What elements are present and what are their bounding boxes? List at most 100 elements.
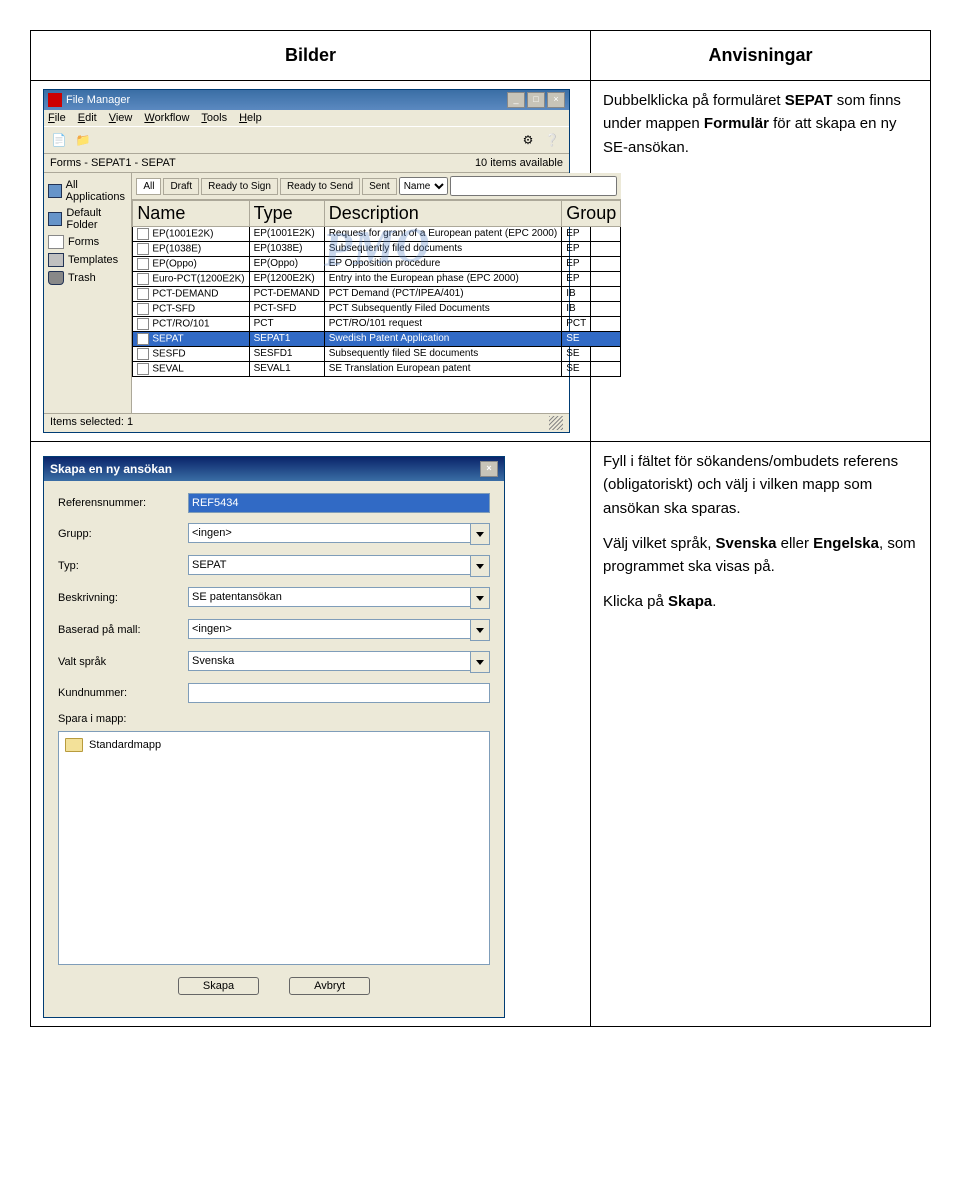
type-combo[interactable] — [188, 555, 490, 577]
close-button[interactable]: × — [547, 92, 565, 108]
sidebar-item-label: Default Folder — [66, 207, 127, 231]
table-row[interactable]: SEPATSEPAT1Swedish Patent ApplicationSE — [133, 332, 621, 347]
header-anvisningar: Anvisningar — [591, 31, 931, 81]
fm-breadcrumb: Forms - SEPAT1 - SEPAT 10 items availabl… — [44, 154, 569, 173]
cell-name: Euro-PCT(1200E2K) — [133, 272, 249, 287]
sidebar-item-label: Trash — [68, 272, 96, 284]
sidebar-item-default-folder[interactable]: Default Folder — [46, 205, 129, 233]
menu-file[interactable]: File — [48, 112, 66, 124]
maximize-button[interactable]: □ — [527, 92, 545, 108]
cell-name: SEVAL — [133, 362, 249, 377]
language-combo[interactable] — [188, 651, 490, 673]
table-row[interactable]: EP(Oppo)EP(Oppo)EP Opposition procedureE… — [133, 257, 621, 272]
new-folder-icon[interactable]: 📁 — [72, 129, 94, 151]
chevron-down-icon[interactable] — [470, 651, 490, 673]
table-row[interactable]: SESFDSESFD1Subsequently filed SE documen… — [133, 347, 621, 362]
label-type: Typ: — [58, 560, 188, 572]
create-application-dialog: Skapa en ny ansökan × Referensnummer: Gr… — [43, 456, 505, 1018]
gear-icon[interactable]: ⚙ — [517, 129, 539, 151]
text: Fyll i fältet för sökandens/ombudets ref… — [603, 450, 918, 520]
filter-field-select[interactable]: Name — [399, 177, 448, 195]
status-text: Items selected: 1 — [50, 416, 133, 430]
filter-sent[interactable]: Sent — [362, 178, 397, 195]
table-row[interactable]: PCT-SFDPCT-SFDPCT Subsequently Filed Doc… — [133, 302, 621, 317]
instruction-table: Bilder Anvisningar File Manager _ □ × Fi — [30, 30, 931, 1027]
filter-ready-send[interactable]: Ready to Send — [280, 178, 360, 195]
folder-tree[interactable]: Standardmapp — [58, 731, 490, 965]
customer-number-input[interactable] — [188, 683, 490, 703]
menubar: File Edit View Workflow Tools Help — [44, 110, 569, 126]
filter-draft[interactable]: Draft — [163, 178, 199, 195]
chevron-down-icon[interactable] — [470, 555, 490, 577]
chevron-down-icon[interactable] — [470, 523, 490, 545]
template-combo[interactable] — [188, 619, 490, 641]
filter-ready-sign[interactable]: Ready to Sign — [201, 178, 278, 195]
menu-workflow[interactable]: Workflow — [144, 112, 189, 124]
forms-table: PMO Name Type Description Group EP(1001E… — [132, 200, 621, 413]
text: Dubbelklicka på formuläret — [603, 92, 785, 109]
table-row[interactable]: PCT-DEMANDPCT-DEMANDPCT Demand (PCT/IPEA… — [133, 287, 621, 302]
text: Klicka på — [603, 593, 668, 610]
filter-all[interactable]: All — [136, 178, 161, 195]
cancel-button[interactable]: Avbryt — [289, 977, 370, 995]
resize-handle[interactable] — [549, 416, 563, 430]
tree-item-standard-folder[interactable]: Standardmapp — [65, 738, 483, 752]
minimize-button[interactable]: _ — [507, 92, 525, 108]
menu-help[interactable]: Help — [239, 112, 262, 124]
sidebar-item-templates[interactable]: Templates — [46, 251, 129, 269]
fm-titlebar: File Manager _ □ × — [44, 90, 569, 110]
table-row[interactable]: EP(1001E2K)EP(1001E2K)Request for grant … — [133, 227, 621, 242]
col-description[interactable]: Description — [324, 201, 561, 227]
new-file-icon[interactable]: 📄 — [48, 129, 70, 151]
sidebar-item-label: Forms — [68, 236, 99, 248]
label-reference: Referensnummer: — [58, 497, 188, 509]
cell-image-2: Skapa en ny ansökan × Referensnummer: Gr… — [31, 442, 591, 1027]
group-combo[interactable] — [188, 523, 490, 545]
table-row[interactable]: SEVALSEVAL1SE Translation European paten… — [133, 362, 621, 377]
chevron-down-icon[interactable] — [470, 587, 490, 609]
label-description: Beskrivning: — [58, 592, 188, 604]
filter-search-input[interactable] — [450, 176, 618, 196]
label-template: Baserad på mall: — [58, 624, 188, 636]
chevron-down-icon[interactable] — [470, 619, 490, 641]
label-customer-number: Kundnummer: — [58, 687, 188, 699]
cell-image-1: File Manager _ □ × File Edit View Workfl… — [31, 81, 591, 442]
table-row[interactable]: PCT/RO/101PCTPCT/RO/101 requestPCT — [133, 317, 621, 332]
dlg-close-button[interactable]: × — [480, 461, 498, 477]
menu-tools[interactable]: Tools — [201, 112, 227, 124]
header-bilder: Bilder — [31, 31, 591, 81]
col-name[interactable]: Name — [133, 201, 249, 227]
help-icon[interactable]: ❔ — [541, 129, 563, 151]
label-language: Valt språk — [58, 656, 188, 668]
tree-item-label: Standardmapp — [89, 739, 161, 751]
col-type[interactable]: Type — [249, 201, 324, 227]
table-row[interactable]: EP(1038E)EP(1038E)Subsequently filed doc… — [133, 242, 621, 257]
app-icon — [48, 93, 62, 107]
sidebar-item-trash[interactable]: Trash — [46, 269, 129, 287]
text-bold: Formulär — [704, 115, 769, 132]
sidebar-item-all-applications[interactable]: All Applications — [46, 177, 129, 205]
sidebar-item-forms[interactable]: Forms — [46, 233, 129, 251]
dlg-titlebar: Skapa en ny ansökan × — [44, 457, 504, 481]
description-combo[interactable] — [188, 587, 490, 609]
menu-edit[interactable]: Edit — [78, 112, 97, 124]
menu-view[interactable]: View — [109, 112, 133, 124]
sidebar-item-label: All Applications — [66, 179, 128, 203]
reference-input[interactable] — [188, 493, 490, 513]
create-button[interactable]: Skapa — [178, 977, 259, 995]
cell-name: SESFD — [133, 347, 249, 362]
dlg-title: Skapa en ny ansökan — [50, 462, 172, 476]
sidebar-item-label: Templates — [68, 254, 118, 266]
col-group[interactable]: Group — [562, 201, 621, 227]
folder-icon — [65, 738, 83, 752]
status-bar: Items selected: 1 — [44, 413, 569, 432]
cell-name: EP(1001E2K) — [133, 227, 249, 242]
file-manager-window: File Manager _ □ × File Edit View Workfl… — [43, 89, 570, 433]
text-bold: SEPAT — [785, 92, 833, 109]
text-bold: Svenska — [716, 535, 777, 552]
cell-name: EP(1038E) — [133, 242, 249, 257]
items-available: 10 items available — [475, 157, 563, 169]
text: . — [712, 593, 716, 610]
label-group: Grupp: — [58, 528, 188, 540]
table-row[interactable]: Euro-PCT(1200E2K)EP(1200E2K)Entry into t… — [133, 272, 621, 287]
